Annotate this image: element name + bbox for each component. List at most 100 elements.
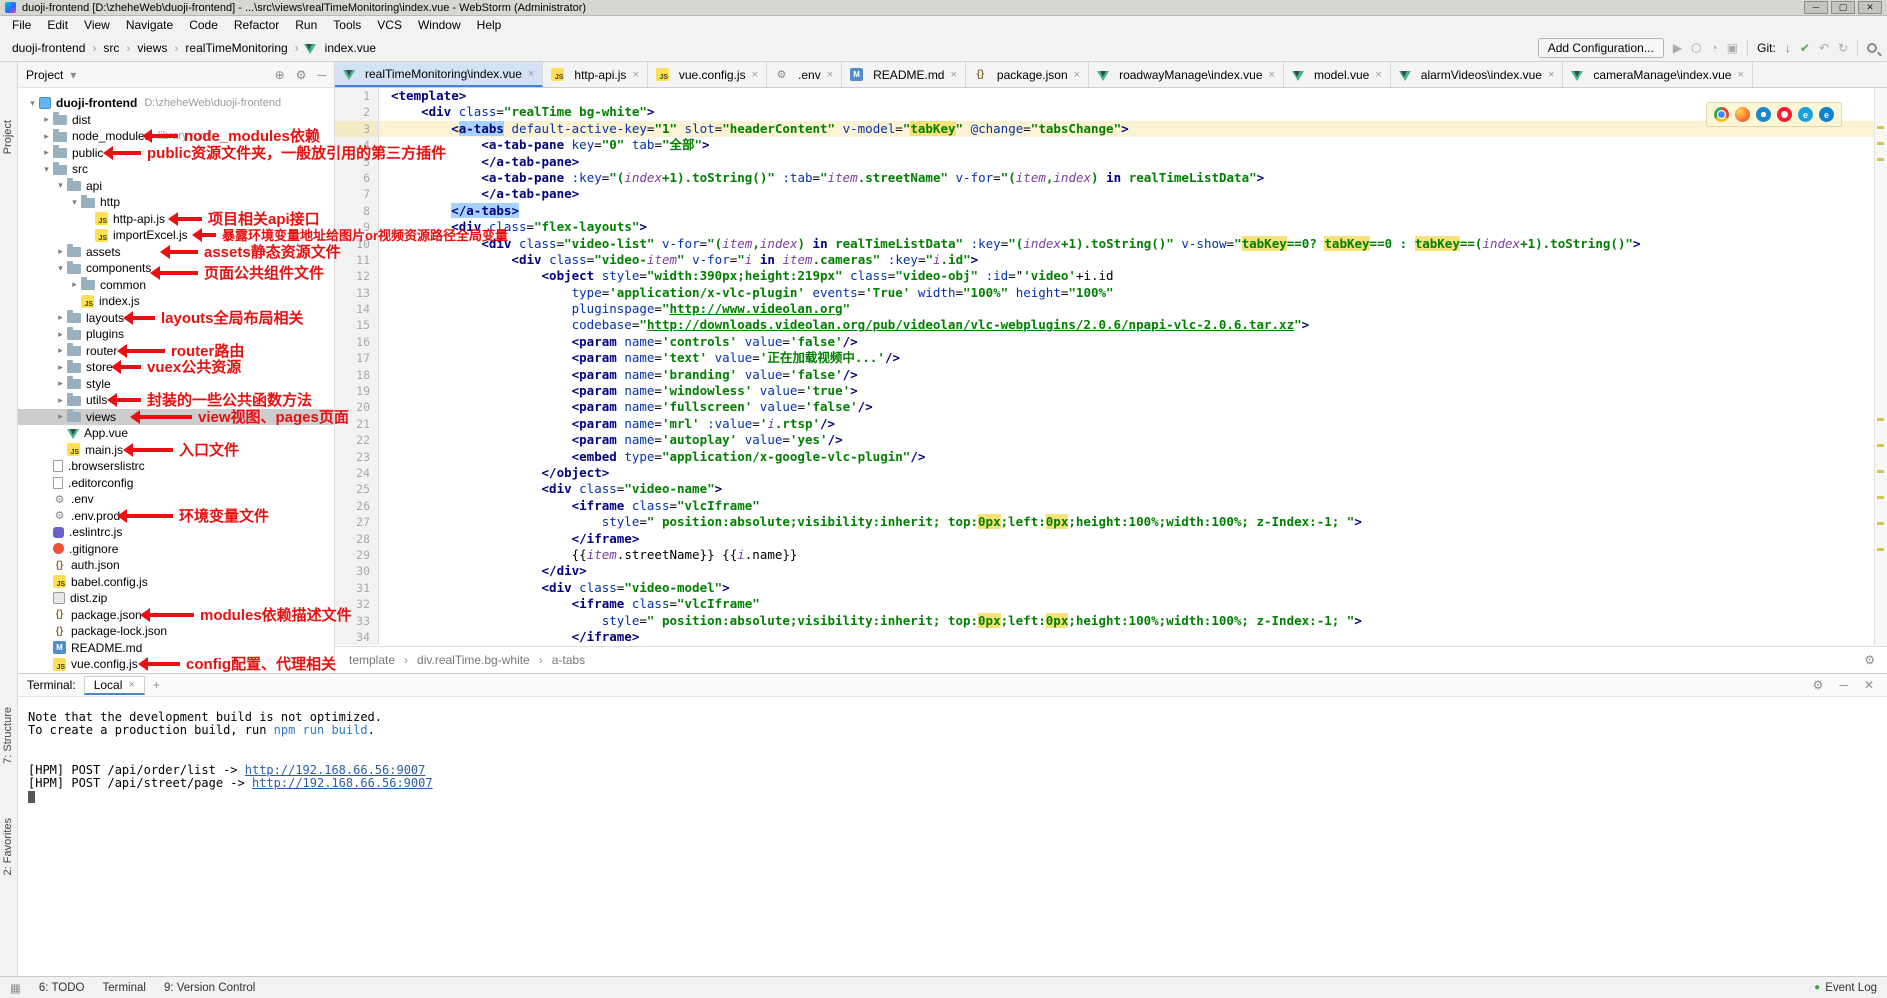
tree-item-node_modules[interactable]: ▸node_moduleslibrary root: [18, 128, 334, 145]
tree-item-layouts[interactable]: ▸layouts: [18, 310, 334, 327]
menu-item-navigate[interactable]: Navigate: [118, 16, 181, 34]
code-line-12[interactable]: 12 <object style="width:390px;height:219…: [335, 268, 1874, 284]
hide-panel-icon[interactable]: ─: [317, 68, 326, 82]
code-line-25[interactable]: 25 <div class="video-name">: [335, 481, 1874, 497]
profile-icon[interactable]: ◔: [1711, 41, 1718, 55]
code-line-5[interactable]: 5 </a-tab-pane>: [335, 154, 1874, 170]
code-line-16[interactable]: 16 <param name='controls' value='false'/…: [335, 334, 1874, 350]
tree-item-package-lock.json[interactable]: {}package-lock.json: [18, 623, 334, 640]
code-line-15[interactable]: 15 codebase="http://downloads.videolan.o…: [335, 317, 1874, 333]
menu-item-file[interactable]: File: [4, 16, 39, 34]
code-line-3[interactable]: 3 <a-tabs default-active-key="1" slot="h…: [335, 121, 1874, 137]
close-terminal-icon[interactable]: ✕: [1864, 678, 1874, 692]
menu-item-tools[interactable]: Tools: [325, 16, 369, 34]
search-everywhere-icon[interactable]: [1867, 43, 1877, 53]
code-line-4[interactable]: 4 <a-tab-pane key="0" tab="全部">: [335, 137, 1874, 153]
stripe-project-button[interactable]: Project: [2, 120, 14, 154]
code-line-2[interactable]: 2 <div class="realTime bg-white">: [335, 104, 1874, 120]
git-history-icon[interactable]: ↻: [1838, 41, 1848, 55]
event-log-button[interactable]: Event Log: [1825, 982, 1877, 994]
code-line-30[interactable]: 30 </div>: [335, 563, 1874, 579]
code-line-31[interactable]: 31 <div class="video-model">: [335, 580, 1874, 596]
project-panel-header[interactable]: Project ▾ ⊕ ⚙ ─: [18, 62, 334, 88]
tree-item-.gitignore[interactable]: .gitignore: [18, 541, 334, 558]
close-tab-icon[interactable]: ×: [827, 69, 833, 81]
tree-item-.env[interactable]: ⚙.env: [18, 491, 334, 508]
tree-item-src[interactable]: ▾src: [18, 161, 334, 178]
tree-item-http[interactable]: ▾http: [18, 194, 334, 211]
menu-item-help[interactable]: Help: [469, 16, 510, 34]
breadcrumb-item-views[interactable]: views: [135, 41, 169, 55]
tree-item-App.vue[interactable]: App.vue: [18, 425, 334, 442]
status-item-terminal[interactable]: Terminal: [102, 982, 145, 994]
terminal-link[interactable]: http://192.168.66.56:9007: [245, 763, 426, 777]
close-tab-icon[interactable]: ×: [950, 69, 956, 81]
editor-tab-vue.config.js[interactable]: JSvue.config.js×: [648, 62, 767, 87]
chevron-expanded-icon[interactable]: ▾: [26, 98, 39, 109]
chevron-expanded-icon[interactable]: ▾: [54, 263, 67, 274]
close-tab-icon[interactable]: ×: [1269, 69, 1275, 81]
code-breadcrumb-a-tabs[interactable]: a-tabs: [550, 653, 587, 667]
menu-item-window[interactable]: Window: [410, 16, 469, 34]
editor-tab-package.json[interactable]: {}package.json×: [966, 62, 1089, 87]
tree-item-store[interactable]: ▸store: [18, 359, 334, 376]
code-line-26[interactable]: 26 <iframe class="vlcIframe": [335, 498, 1874, 514]
gear-icon[interactable]: ⚙: [1813, 678, 1824, 692]
breadcrumb-item-realTimeMonitoring[interactable]: realTimeMonitoring: [183, 41, 289, 55]
code-line-14[interactable]: 14 pluginspage="http://www.videolan.org": [335, 301, 1874, 317]
chevron-expanded-icon[interactable]: ▾: [68, 197, 81, 208]
code-line-17[interactable]: 17 <param name='text' value='正在加载视频中...'…: [335, 350, 1874, 366]
debug-icon[interactable]: ⬡: [1691, 41, 1701, 55]
code-line-7[interactable]: 7 </a-tab-pane>: [335, 186, 1874, 202]
edge-browser-icon[interactable]: e: [1819, 107, 1834, 122]
tree-item-importExcel.js[interactable]: JSimportExcel.js: [18, 227, 334, 244]
chevron-collapsed-icon[interactable]: ▸: [54, 362, 67, 373]
code-line-11[interactable]: 11 <div class="video-item" v-for="i in i…: [335, 252, 1874, 268]
tree-item-duoji-frontend[interactable]: ▾duoji-frontendD:\zheheWeb\duoji-fronten…: [18, 95, 334, 112]
tree-item-main.js[interactable]: JSmain.js: [18, 442, 334, 459]
editor-tab-README.md[interactable]: MREADME.md×: [842, 62, 966, 87]
chevron-collapsed-icon[interactable]: ▸: [40, 114, 53, 125]
code-line-10[interactable]: 10 <div class="video-list" v-for="(item,…: [335, 236, 1874, 252]
terminal-link[interactable]: http://192.168.66.56:9007: [252, 776, 433, 790]
code-line-32[interactable]: 32 <iframe class="vlcIframe": [335, 596, 1874, 612]
close-tab-icon[interactable]: ×: [1074, 69, 1080, 81]
close-tab-icon[interactable]: ×: [752, 69, 758, 81]
code-line-22[interactable]: 22 <param name='autoplay' value='yes'/>: [335, 432, 1874, 448]
add-configuration-button[interactable]: Add Configuration...: [1538, 38, 1664, 58]
menu-item-view[interactable]: View: [76, 16, 118, 34]
tree-item-dist[interactable]: ▸dist: [18, 112, 334, 129]
chevron-collapsed-icon[interactable]: ▸: [40, 131, 53, 142]
tree-item-assets[interactable]: ▸assets: [18, 244, 334, 261]
chrome-browser-icon[interactable]: [1714, 107, 1729, 122]
editor-tab-.env[interactable]: ⚙.env×: [767, 62, 842, 87]
tree-item-public[interactable]: ▸public: [18, 145, 334, 162]
chevron-collapsed-icon[interactable]: ▸: [54, 246, 67, 257]
chevron-collapsed-icon[interactable]: ▸: [40, 147, 53, 158]
editor-tab-cameraManage-index.vue[interactable]: cameraManage\index.vue×: [1563, 62, 1753, 87]
close-button[interactable]: ✕: [1858, 1, 1882, 14]
chevron-collapsed-icon[interactable]: ▸: [68, 279, 81, 290]
breadcrumb-item-duoji-frontend[interactable]: duoji-frontend: [10, 41, 87, 55]
stripe-structure-button[interactable]: 7: Structure: [2, 707, 14, 764]
close-tab-icon[interactable]: ×: [1548, 69, 1554, 81]
close-tab-icon[interactable]: ×: [528, 68, 534, 80]
breadcrumb-item-src[interactable]: src: [101, 41, 121, 55]
menu-item-code[interactable]: Code: [181, 16, 226, 34]
chevron-collapsed-icon[interactable]: ▸: [54, 378, 67, 389]
chevron-collapsed-icon[interactable]: ▸: [54, 345, 67, 356]
code-line-19[interactable]: 19 <param name='windowless' value='true'…: [335, 383, 1874, 399]
tree-item-package.json[interactable]: {}package.json: [18, 607, 334, 624]
code-line-23[interactable]: 23 <embed type="application/x-google-vlc…: [335, 449, 1874, 465]
error-stripe[interactable]: [1874, 88, 1887, 646]
code-breadcrumb-template[interactable]: template: [347, 653, 397, 667]
code-line-27[interactable]: 27 style=" position:absolute;visibility:…: [335, 514, 1874, 530]
tree-item-vue.config.js[interactable]: JSvue.config.js: [18, 656, 334, 673]
code-breadcrumb-div-realTime-bg-white[interactable]: div.realTime.bg-white: [415, 653, 532, 667]
opera-browser-icon[interactable]: [1777, 107, 1792, 122]
menu-item-vcs[interactable]: VCS: [369, 16, 410, 34]
code-line-34[interactable]: 34 </iframe>: [335, 629, 1874, 645]
coverage-icon[interactable]: ▣: [1727, 41, 1738, 55]
editor-tab-http-api.js[interactable]: JShttp-api.js×: [543, 62, 647, 87]
code-line-21[interactable]: 21 <param name='mrl' :value='i.rtsp'/>: [335, 416, 1874, 432]
